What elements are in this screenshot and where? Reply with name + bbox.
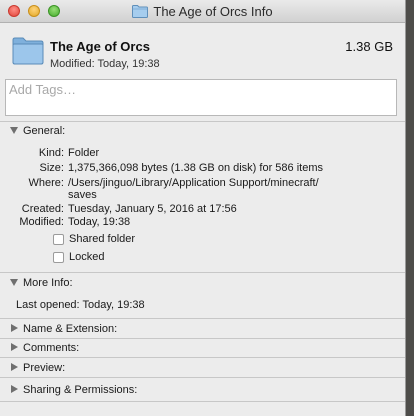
name-extension-section-header[interactable]: Name & Extension: — [0, 321, 405, 339]
modified-row: Modified: Today, 19:38 — [0, 216, 405, 231]
divider — [0, 338, 405, 339]
section-label: General: — [23, 125, 66, 137]
disclosure-triangle-icon[interactable] — [11, 343, 18, 351]
window-title: The Age of Orcs Info — [153, 3, 273, 19]
sharing-permissions-section-header[interactable]: Sharing & Permissions: — [0, 382, 405, 400]
disclosure-triangle-icon[interactable] — [10, 127, 18, 134]
file-size: 1.38 GB — [345, 39, 393, 54]
size-value: 1,375,366,098 bytes (1.38 GB on disk) fo… — [68, 162, 323, 174]
preview-section-header[interactable]: Preview: — [0, 360, 405, 378]
created-value: Tuesday, January 5, 2016 at 17:56 — [68, 203, 237, 215]
where-value-continued: saves — [68, 189, 97, 201]
file-name: The Age of Orcs — [50, 39, 150, 54]
kind-value: Folder — [68, 147, 100, 159]
divider — [0, 401, 405, 402]
tags-input[interactable] — [5, 79, 397, 116]
section-label: More Info: — [23, 277, 73, 289]
last-opened-value: Last opened: Today, 19:38 — [16, 299, 145, 311]
where-value: /Users/jinguo/Library/Application Suppor… — [68, 177, 319, 189]
comments-section-header[interactable]: Comments: — [0, 340, 405, 358]
divider — [0, 318, 405, 319]
divider — [0, 121, 405, 122]
disclosure-triangle-icon[interactable] — [10, 279, 18, 286]
disclosure-triangle-icon[interactable] — [11, 363, 18, 371]
locked-checkbox[interactable] — [53, 252, 64, 263]
shared-folder-label[interactable]: Shared folder — [69, 233, 135, 245]
locked-label[interactable]: Locked — [69, 251, 104, 263]
info-header: The Age of Orcs 1.38 GB Modified: Today,… — [0, 23, 405, 75]
created-label: Created: — [21, 203, 64, 215]
disclosure-triangle-icon[interactable] — [11, 324, 18, 332]
modified-value: Today, 19:38 — [68, 216, 131, 228]
where-row-continued: saves — [0, 189, 405, 204]
folder-icon — [12, 37, 44, 65]
more-info-section-header[interactable]: More Info: — [0, 275, 405, 293]
disclosure-triangle-icon[interactable] — [11, 385, 18, 393]
info-window: The Age of Orcs Info The Age of Orcs 1.3… — [0, 0, 406, 416]
section-label: Name & Extension: — [23, 323, 118, 335]
divider — [0, 377, 405, 378]
window-title-group: The Age of Orcs Info — [0, 0, 405, 22]
size-label: Size: — [39, 162, 64, 174]
general-section-header[interactable]: General: — [0, 123, 405, 141]
modified-label: Modified: — [19, 216, 64, 228]
divider — [0, 357, 405, 358]
section-label: Sharing & Permissions: — [23, 384, 138, 396]
divider — [0, 272, 405, 273]
kind-row: Kind: Folder — [0, 147, 405, 162]
section-label: Comments: — [23, 342, 80, 354]
shared-folder-checkbox[interactable] — [53, 234, 64, 245]
title-bar[interactable]: The Age of Orcs Info — [0, 0, 405, 23]
modified-date: Modified: Today, 19:38 — [50, 58, 160, 70]
where-label: Where: — [28, 177, 64, 189]
kind-label: Kind: — [38, 147, 64, 159]
section-label: Preview: — [23, 362, 66, 374]
size-row: Size: 1,375,366,098 bytes (1.38 GB on di… — [0, 162, 405, 177]
folder-icon — [132, 4, 149, 18]
